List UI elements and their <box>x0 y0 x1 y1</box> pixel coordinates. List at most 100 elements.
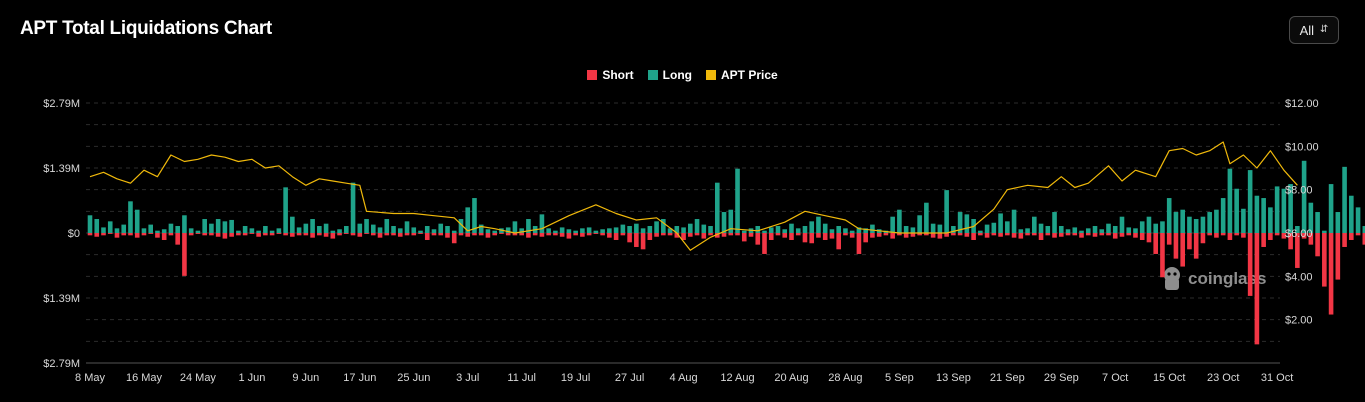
long-bar[interactable] <box>1072 227 1078 233</box>
short-bar[interactable] <box>350 233 356 236</box>
short-bar[interactable] <box>1328 233 1334 315</box>
short-bar[interactable] <box>782 233 788 238</box>
short-bar[interactable] <box>836 233 841 250</box>
long-bar[interactable] <box>1065 229 1071 233</box>
long-bar[interactable] <box>1126 227 1132 233</box>
long-bar[interactable] <box>377 227 383 233</box>
short-bar[interactable] <box>1227 233 1233 240</box>
long-bar[interactable] <box>276 228 282 233</box>
long-bar[interactable] <box>1058 226 1064 233</box>
short-bar[interactable] <box>1342 233 1347 247</box>
short-bar[interactable] <box>1207 233 1212 236</box>
long-bar[interactable] <box>209 223 214 233</box>
long-bar[interactable] <box>1052 212 1057 233</box>
short-bar[interactable] <box>424 233 430 240</box>
short-bar[interactable] <box>1355 233 1361 236</box>
long-bar[interactable] <box>1106 223 1111 233</box>
short-bar[interactable] <box>1268 233 1273 240</box>
long-bar[interactable] <box>1214 209 1219 233</box>
short-bar[interactable] <box>654 233 659 237</box>
long-bar[interactable] <box>478 224 484 233</box>
long-bar[interactable] <box>222 221 228 233</box>
short-bar[interactable] <box>1261 233 1266 247</box>
long-bar[interactable] <box>296 227 302 233</box>
long-bar[interactable] <box>1200 216 1206 233</box>
long-bar[interactable] <box>559 227 565 233</box>
long-bar[interactable] <box>890 216 895 233</box>
long-bar[interactable] <box>1268 207 1273 233</box>
short-bar[interactable] <box>438 233 444 236</box>
long-bar[interactable] <box>114 228 120 233</box>
short-bar[interactable] <box>762 233 767 254</box>
short-bar[interactable] <box>559 233 565 237</box>
short-bar[interactable] <box>701 233 707 239</box>
long-bar[interactable] <box>634 223 639 233</box>
long-bar[interactable] <box>242 226 248 233</box>
long-bar[interactable] <box>694 219 700 233</box>
short-bar[interactable] <box>364 233 369 234</box>
long-bar[interactable] <box>364 219 369 233</box>
long-bar[interactable] <box>1241 208 1246 233</box>
short-bar[interactable] <box>202 233 207 236</box>
short-bar[interactable] <box>728 233 734 236</box>
long-bar[interactable] <box>930 223 936 233</box>
long-bar[interactable] <box>121 224 127 233</box>
short-bar[interactable] <box>971 233 976 240</box>
long-bar[interactable] <box>580 228 585 233</box>
short-bar[interactable] <box>816 233 821 238</box>
short-bar[interactable] <box>951 233 956 236</box>
short-bar[interactable] <box>1254 233 1260 345</box>
short-bar[interactable] <box>1153 233 1159 254</box>
long-bar[interactable] <box>768 227 774 233</box>
short-bar[interactable] <box>1085 233 1091 236</box>
long-bar[interactable] <box>1234 188 1239 233</box>
short-bar[interactable] <box>128 233 133 236</box>
short-bar[interactable] <box>370 233 376 236</box>
short-bar[interactable] <box>94 233 100 237</box>
long-bar[interactable] <box>897 209 902 233</box>
long-bar[interactable] <box>553 230 558 233</box>
short-bar[interactable] <box>863 233 868 243</box>
long-bar[interactable] <box>627 226 632 233</box>
short-bar[interactable] <box>188 233 194 236</box>
long-bar[interactable] <box>1322 230 1327 233</box>
short-bar[interactable] <box>532 233 538 236</box>
long-bar[interactable] <box>1180 209 1185 233</box>
short-bar[interactable] <box>553 233 558 236</box>
long-bar[interactable] <box>107 221 113 233</box>
short-bar[interactable] <box>1045 233 1051 236</box>
short-bar[interactable] <box>1025 233 1030 236</box>
short-bar[interactable] <box>1072 233 1078 236</box>
short-bar[interactable] <box>1160 233 1165 278</box>
long-bar[interactable] <box>539 214 545 233</box>
short-bar[interactable] <box>593 233 599 234</box>
short-bar[interactable] <box>795 233 801 236</box>
long-bar[interactable] <box>1119 216 1125 233</box>
long-bar[interactable] <box>424 226 430 233</box>
long-bar[interactable] <box>620 224 626 233</box>
short-bar[interactable] <box>586 233 592 236</box>
long-bar[interactable] <box>849 230 855 233</box>
short-bar[interactable] <box>148 233 153 234</box>
short-bar[interactable] <box>1106 233 1111 236</box>
long-bar[interactable] <box>822 223 828 233</box>
long-bar[interactable] <box>1227 168 1233 233</box>
short-bar[interactable] <box>215 233 221 237</box>
short-bar[interactable] <box>1099 233 1105 236</box>
long-bar[interactable] <box>924 202 929 233</box>
long-bar[interactable] <box>283 187 288 233</box>
short-bar[interactable] <box>1220 233 1226 236</box>
long-bar[interactable] <box>148 224 153 233</box>
short-bar[interactable] <box>1052 233 1057 238</box>
short-bar[interactable] <box>107 233 113 234</box>
long-bar[interactable] <box>573 230 578 233</box>
short-bar[interactable] <box>890 233 895 239</box>
long-bar[interactable] <box>269 230 275 233</box>
short-bar[interactable] <box>377 233 383 238</box>
short-bar[interactable] <box>870 233 875 238</box>
long-bar[interactable] <box>168 223 174 233</box>
long-bar[interactable] <box>1005 221 1010 233</box>
short-bar[interactable] <box>1322 233 1327 287</box>
long-bar[interactable] <box>492 230 497 233</box>
long-bar[interactable] <box>290 216 295 233</box>
